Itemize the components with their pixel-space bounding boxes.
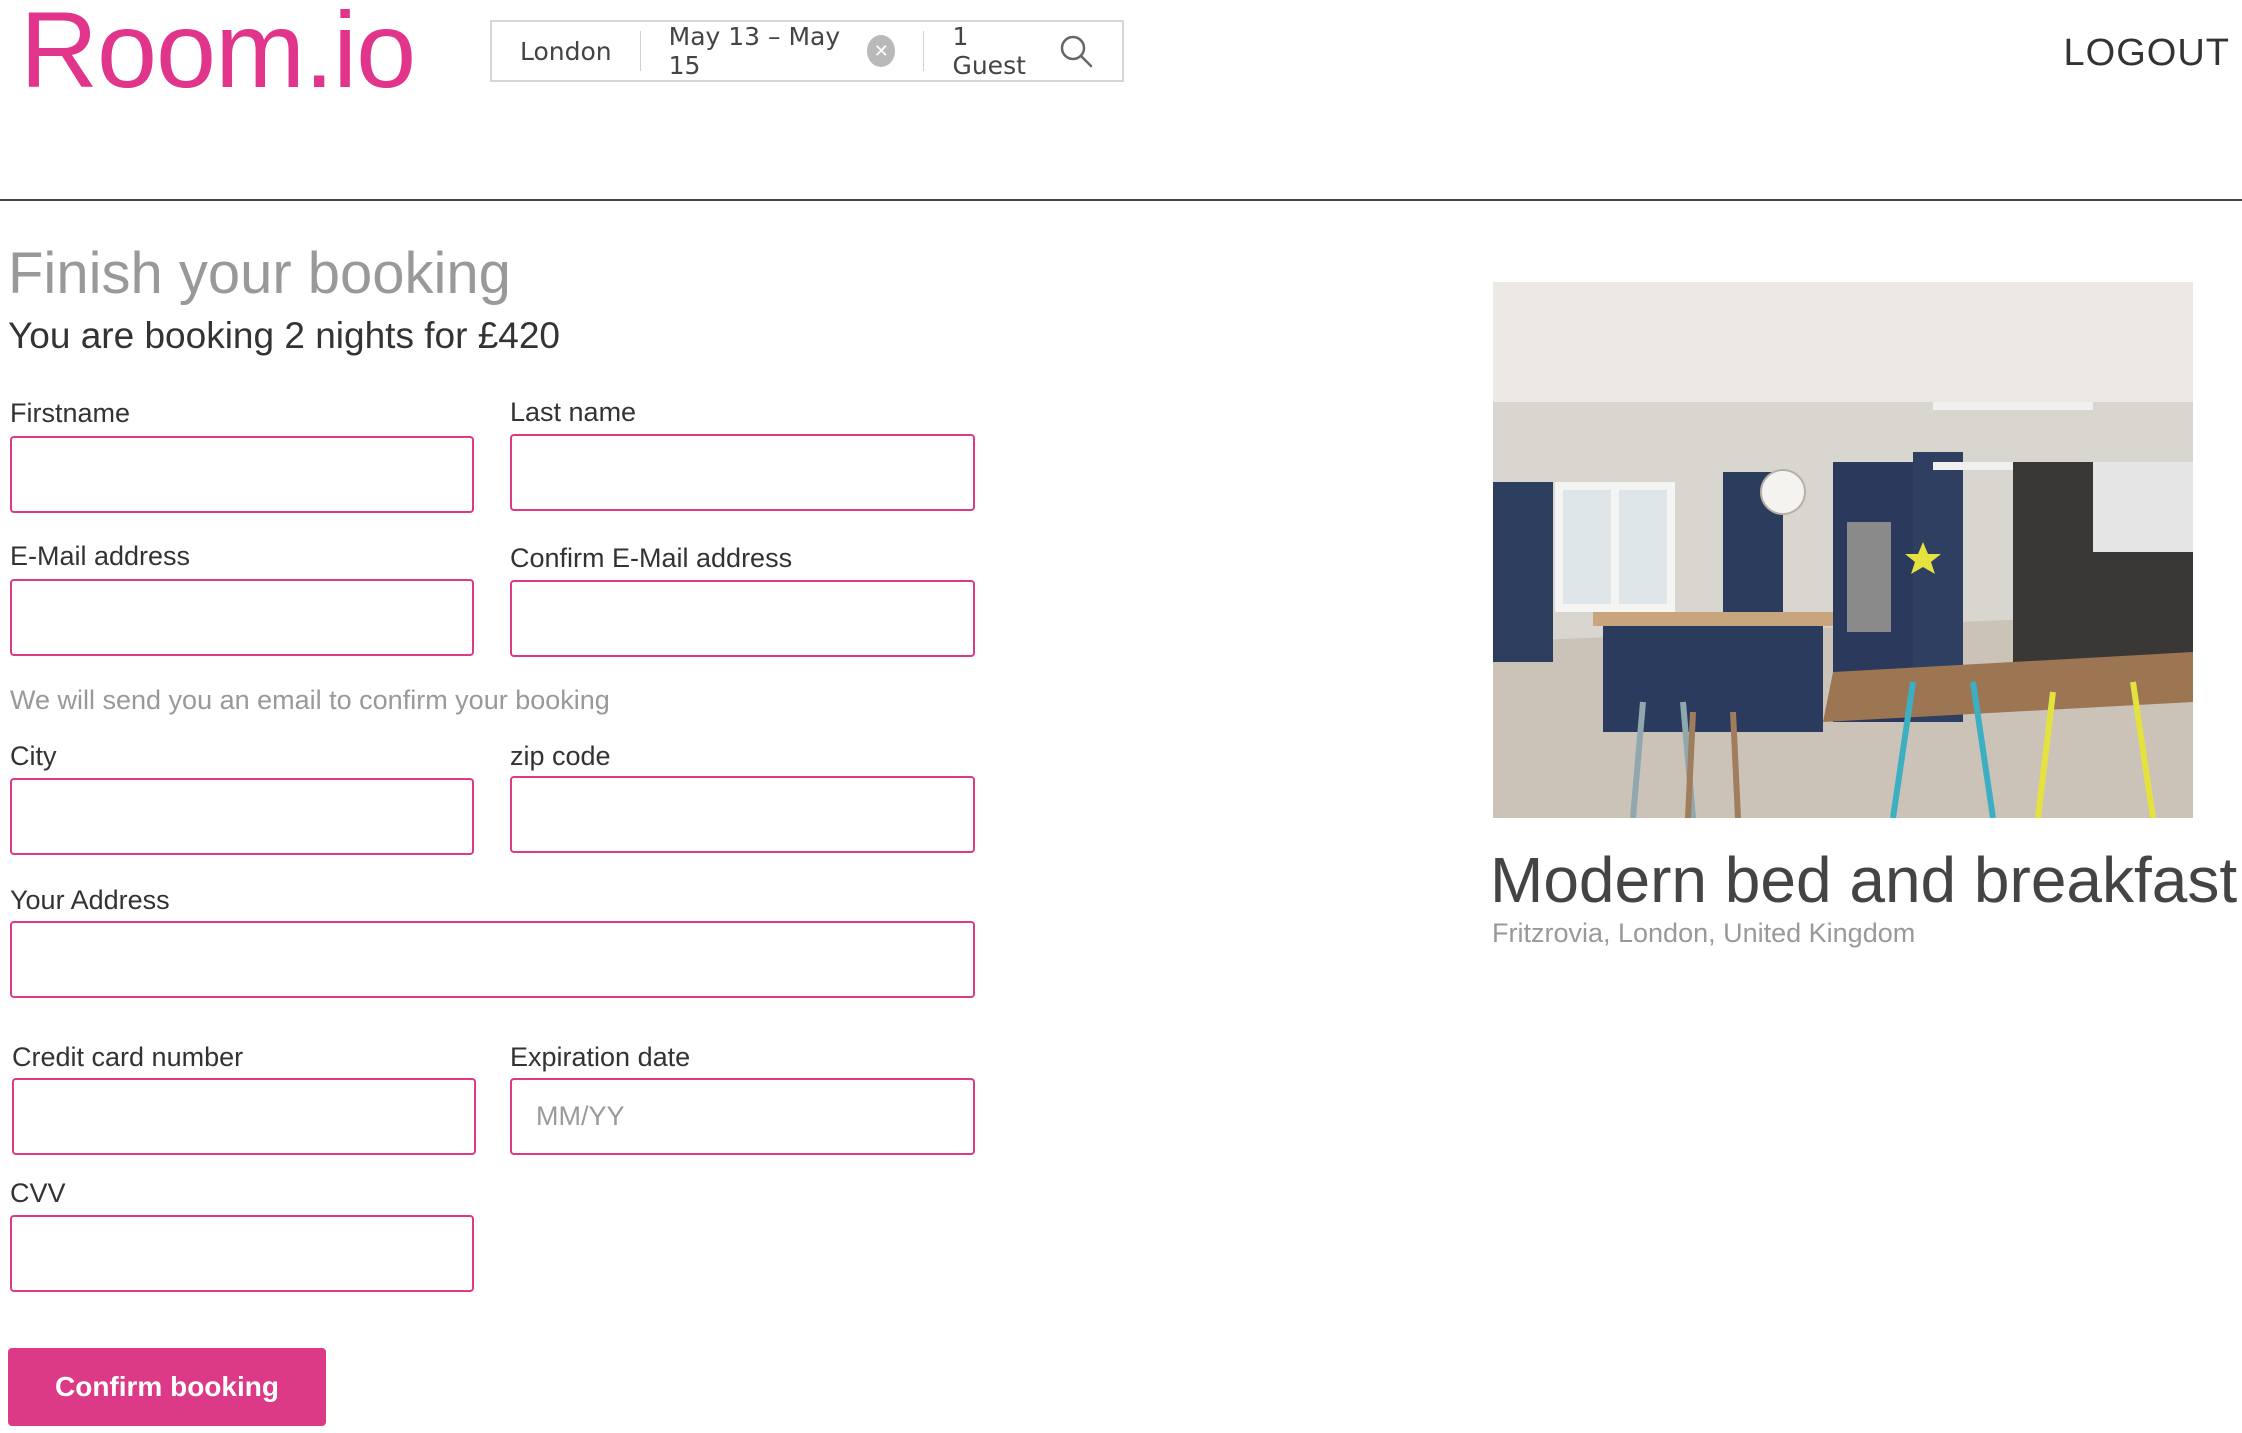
card-number-label: Credit card number [12,1042,244,1072]
expiry-label: Expiration date [510,1042,691,1072]
logo[interactable]: Room.io [20,0,416,112]
confirm-email-label: Confirm E-Mail address [510,543,793,573]
zip-label: zip code [510,741,611,771]
listing-location: Fritzrovia, London, United Kingdom [1492,918,1916,948]
address-label: Your Address [10,885,170,915]
search-dates-text: May 13 – May 15 [668,22,841,80]
confirm-booking-button[interactable]: Confirm booking [8,1348,326,1426]
search-location[interactable]: London [492,31,641,71]
cvv-label: CVV [10,1178,66,1208]
search-location-text: London [520,36,612,66]
search-icon[interactable] [1058,33,1094,69]
address-input[interactable] [10,921,975,998]
search-guests[interactable]: 1 Guest [924,22,1122,80]
firstname-input[interactable] [10,436,474,513]
header-divider [0,199,2242,201]
card-number-input[interactable] [12,1078,476,1155]
email-input[interactable] [10,579,474,656]
listing-title: Modern bed and breakfast [1490,844,2238,916]
logout-link[interactable]: LOGOUT [2064,32,2230,75]
search-guests-text: 1 Guest [952,22,1026,80]
zip-input[interactable] [510,776,975,853]
page-title: Finish your booking [8,241,511,306]
listing-photo [1493,282,2193,818]
confirm-email-input[interactable] [510,580,975,657]
booking-summary: You are booking 2 nights for £420 [8,315,561,356]
search-dates[interactable]: May 13 – May 15 ✕ [641,22,925,80]
cvv-input[interactable] [10,1215,474,1292]
email-note: We will send you an email to confirm you… [10,685,610,715]
search-bar[interactable]: London May 13 – May 15 ✕ 1 Guest [490,20,1124,82]
city-label: City [10,741,57,771]
expiry-input[interactable] [510,1078,975,1155]
clear-dates-icon[interactable]: ✕ [867,35,896,67]
lastname-input[interactable] [510,434,975,511]
email-label: E-Mail address [10,541,191,571]
city-input[interactable] [10,778,474,855]
firstname-label: Firstname [10,398,131,428]
lastname-label: Last name [510,397,637,427]
